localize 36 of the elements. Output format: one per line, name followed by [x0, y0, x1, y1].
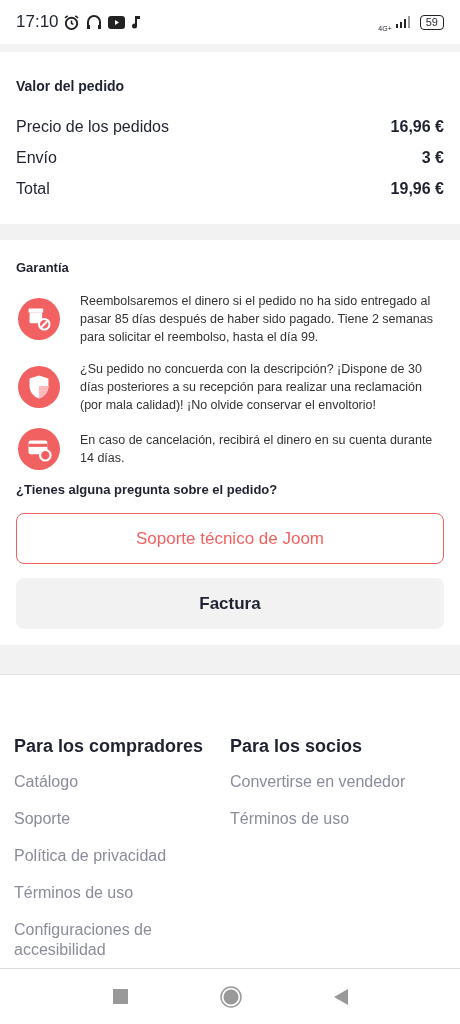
footer-link[interactable]: Soporte: [14, 809, 184, 829]
row-label: Precio de los pedidos: [16, 116, 169, 137]
headphones-icon: [85, 14, 102, 30]
invoice-button[interactable]: Factura: [16, 578, 444, 629]
footer-heading: Para los compradores: [14, 735, 205, 758]
status-time: 17:10: [16, 11, 59, 34]
section-title: Garantía: [16, 259, 70, 277]
footer-link[interactable]: Política de privacidad: [14, 846, 184, 866]
question-text: ¿Tienes alguna pregunta sobre el pedido?: [16, 480, 279, 499]
guarantee-text: En caso de cancelación, recibirá el dinero en su cuenta durante 14 días.: [80, 431, 434, 467]
footer-link[interactable]: Términos de uso: [14, 883, 184, 903]
card-icon: [18, 427, 60, 470]
footer-link[interactable]: Términos de uso: [230, 809, 446, 829]
battery-indicator: 59: [419, 14, 444, 30]
footer-heading: Para los socios: [230, 735, 364, 758]
footer-link[interactable]: Configuraciones de accesibilidad: [14, 920, 184, 960]
video-icon: [107, 15, 125, 29]
guarantee-text: Reembolsaremos el dinero si el pedido no ha sido entregado al pasar 85 días después de haber sido pagado. Tiene 2 semanas para solicitar el reembolso, hasta el día 99.: [80, 292, 435, 346]
row-value: 16,96 €: [390, 116, 444, 137]
back-icon[interactable]: [333, 988, 348, 1005]
home-icon[interactable]: [219, 985, 242, 1008]
footer-link[interactable]: Convertirse en vendedor: [230, 772, 446, 792]
shield-icon: [18, 365, 60, 408]
box-icon: [18, 297, 60, 340]
row-label: Total: [16, 178, 50, 199]
recent-apps-icon[interactable]: [112, 989, 128, 1004]
guarantee-text: ¿Su pedido no concuerda con la descripción? ¡Dispone de 30 días posteriores a su recepción para realizar una reclamación (por mala calidad)! ¡No olvide conservar el envoltorio!: [80, 360, 423, 414]
alarm-clock-icon: [62, 13, 80, 31]
section-title: Valor del pedido: [16, 77, 126, 96]
signal-icon: [395, 16, 412, 28]
row-value: 19,96 €: [390, 178, 444, 199]
row-label: Envío: [16, 147, 57, 168]
music-note-icon: [130, 15, 141, 29]
row-value: 3 €: [421, 147, 444, 168]
footer-link[interactable]: Catálogo: [14, 772, 184, 792]
support-button[interactable]: Soporte técnico de Joom: [16, 513, 444, 564]
